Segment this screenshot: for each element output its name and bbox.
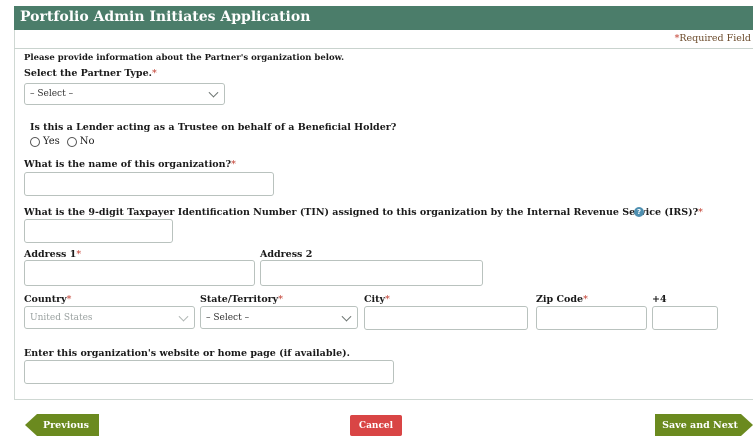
tin-input[interactable] xyxy=(24,219,173,243)
state-value: – Select – xyxy=(206,312,250,323)
required-note-bar: *Required Field xyxy=(14,30,753,49)
plus4-input[interactable] xyxy=(652,306,718,330)
intro-text: Please provide information about the Par… xyxy=(24,53,345,63)
website-input[interactable] xyxy=(24,360,394,384)
website-label: Enter this organization's website or hom… xyxy=(24,348,350,359)
cancel-button[interactable]: Cancel xyxy=(350,415,402,436)
partner-type-label: Select the Partner Type.* xyxy=(24,68,157,79)
country-value: United States xyxy=(30,312,93,323)
partner-type-select[interactable]: – Select – xyxy=(24,83,225,105)
tin-label: What is the 9-digit Taxpayer Identificat… xyxy=(24,207,703,218)
trustee-no-label: No xyxy=(79,136,95,147)
org-name-label: What is the name of this organization?* xyxy=(24,159,236,170)
partner-type-value: – Select – xyxy=(30,89,74,99)
address2-label: Address 2 xyxy=(260,249,313,260)
address1-label: Address 1* xyxy=(24,249,82,260)
country-label: Country* xyxy=(24,294,72,305)
state-label: State/Territory* xyxy=(200,294,283,305)
country-select[interactable]: United States xyxy=(24,306,195,329)
previous-button[interactable]: Previous xyxy=(25,414,99,436)
trustee-radio-group: Yes No xyxy=(30,136,99,147)
chevron-down-icon xyxy=(208,87,219,98)
plus4-label: +4 xyxy=(652,294,667,305)
chevron-down-icon xyxy=(178,311,189,322)
required-field-note: *Required Field xyxy=(674,33,751,44)
address2-input[interactable] xyxy=(260,260,483,286)
page-title: Portfolio Admin Initiates Application xyxy=(20,9,311,25)
save-and-next-button[interactable]: Save and Next xyxy=(655,414,753,436)
trustee-no-radio[interactable] xyxy=(66,136,77,147)
address1-input[interactable] xyxy=(24,260,255,286)
chevron-down-icon xyxy=(341,311,352,322)
zip-label: Zip Code* xyxy=(536,294,588,305)
org-name-input[interactable] xyxy=(24,172,274,196)
city-label: City* xyxy=(364,294,390,305)
zip-input[interactable] xyxy=(536,306,647,330)
trustee-yes-label: Yes xyxy=(43,136,60,147)
help-icon[interactable]: ? xyxy=(634,207,644,217)
city-input[interactable] xyxy=(364,306,528,330)
trustee-question-label: Is this a Lender acting as a Trustee on … xyxy=(30,122,397,133)
state-select[interactable]: – Select – xyxy=(200,306,358,329)
trustee-yes-radio[interactable] xyxy=(30,136,40,147)
page-header: Portfolio Admin Initiates Application xyxy=(14,6,753,30)
